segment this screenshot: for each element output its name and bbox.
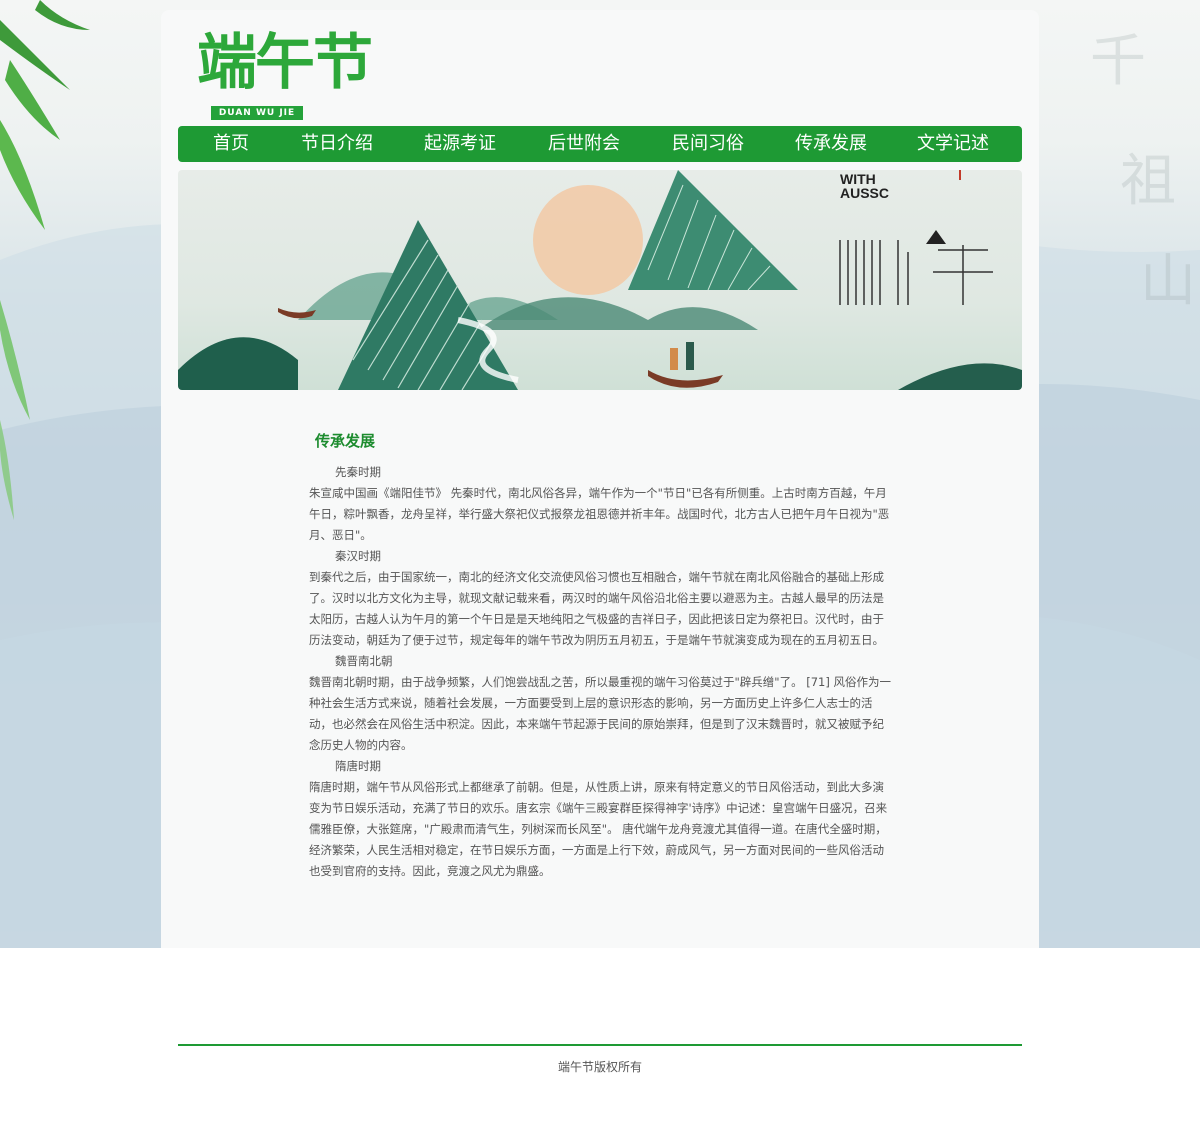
- main-nav: 首页 节日介绍 起源考证 后世附会 民间习俗 传承发展 文学记述: [178, 126, 1022, 162]
- svg-text:祖: 祖: [1120, 149, 1176, 214]
- dragon-boat: [648, 370, 723, 388]
- section-pre-qin: 先秦时期 朱宣咸中国画《端阳佳节》 先秦时代，南北风俗各异，端午作为一个"节日"…: [309, 462, 891, 546]
- section-body: 隋唐时期，端午节从风俗形式上都继承了前朝。但是，从性质上讲，原来有特定意义的节日…: [309, 780, 888, 878]
- logo-subtitle: DUAN WU JIE: [211, 106, 303, 120]
- section-title: 魏晋南北朝: [335, 654, 393, 668]
- main-content: 传承发展 先秦时期 朱宣咸中国画《端阳佳节》 先秦时代，南北风俗各异，端午作为一…: [309, 430, 891, 882]
- sun-shape: [533, 185, 643, 295]
- nav-item-home[interactable]: 首页: [178, 126, 284, 162]
- main-container: 端午节 DUAN WU JIE 首页 节日介绍 起源考证 后世附会 民间习俗 传…: [161, 10, 1039, 948]
- section-sui-tang: 隋唐时期 隋唐时期，端午节从风俗形式上都继承了前朝。但是，从性质上讲，原来有特定…: [309, 756, 891, 882]
- page-heading: 传承发展: [315, 432, 376, 450]
- footer-divider: [178, 1044, 1022, 1046]
- section-title: 隋唐时期: [335, 759, 381, 773]
- section-body: 朱宣咸中国画《端阳佳节》 先秦时代，南北风俗各异，端午作为一个"节日"已各有所侧…: [309, 486, 890, 542]
- zongzi-triangle-right: [628, 170, 798, 290]
- svg-text:千: 千: [1090, 29, 1146, 94]
- section-title: 秦汉时期: [335, 549, 381, 563]
- banner-title-art: [839, 240, 993, 305]
- nav-item-folk-customs[interactable]: 民间习俗: [638, 126, 778, 162]
- logo-title: 端午节: [197, 28, 373, 98]
- section-body: 到秦代之后，由于国家统一，南北的经济文化交流使风俗习惯也互相融合，端午节就在南北…: [309, 570, 884, 647]
- nav-item-literature[interactable]: 文学记述: [884, 126, 1022, 162]
- section-qin-han: 秦汉时期 到秦代之后，由于国家统一，南北的经济文化交流使风俗习惯也互相融合，端午…: [309, 546, 891, 651]
- footer-copyright: 端午节版权所有: [557, 1060, 642, 1074]
- nav-item-origin[interactable]: 起源考证: [390, 126, 530, 162]
- nav-item-inheritance[interactable]: 传承发展: [778, 126, 884, 162]
- section-wei-jin: 魏晋南北朝 魏晋南北朝时期，由于战争频繁，人们饱尝战乱之苦，所以最重视的端午习俗…: [309, 651, 891, 756]
- banner-with-text: WITH AUSSC: [840, 171, 890, 201]
- nav-item-festival-intro[interactable]: 节日介绍: [284, 126, 390, 162]
- section-body: 魏晋南北朝时期，由于战争频繁，人们饱尝战乱之苦，所以最重视的端午习俗莫过于"辟兵…: [309, 675, 891, 752]
- nav-item-later-attachments[interactable]: 后世附会: [530, 126, 638, 162]
- site-logo[interactable]: 端午节 DUAN WU JIE: [197, 28, 397, 120]
- svg-text:山: 山: [1140, 249, 1196, 314]
- banner-image: WITH AUSSC: [178, 170, 1022, 390]
- section-title: 先秦时期: [335, 465, 381, 479]
